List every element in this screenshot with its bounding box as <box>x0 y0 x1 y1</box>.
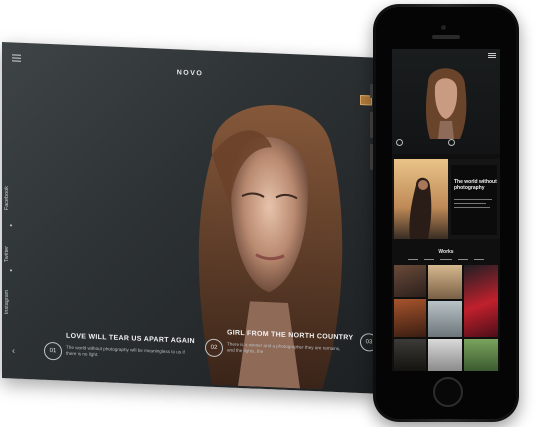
front-camera <box>441 25 446 30</box>
mute-switch <box>370 84 373 98</box>
text-line <box>454 203 486 204</box>
mobile-slide-title[interactable] <box>403 139 404 143</box>
volume-up-button <box>370 112 373 138</box>
slide-number-01[interactable]: 01 <box>44 341 62 361</box>
mobile-slide-circle[interactable] <box>448 139 455 146</box>
text-line <box>454 207 490 208</box>
mobile-slide-list <box>392 139 500 153</box>
menu-icon[interactable] <box>12 54 21 62</box>
divider-dot <box>10 269 12 272</box>
works-filters <box>404 258 488 262</box>
home-button[interactable] <box>433 377 463 407</box>
filter-tab[interactable] <box>440 259 452 260</box>
volume-down-button <box>370 144 373 170</box>
works-section-title: Works <box>438 249 454 255</box>
filter-tab[interactable] <box>408 259 418 260</box>
filter-tab[interactable] <box>424 259 434 260</box>
mobile-slide-circle[interactable] <box>396 139 403 146</box>
social-links: Instagram Twitter Facebook <box>4 162 22 323</box>
gallery-item[interactable] <box>428 339 462 371</box>
feature-image <box>394 159 448 239</box>
text-line <box>454 199 492 200</box>
filter-tab[interactable] <box>458 259 468 260</box>
social-link-instagram[interactable]: Instagram <box>4 290 10 315</box>
slide-number-02[interactable]: 02 <box>205 338 223 358</box>
filter-tab[interactable] <box>474 259 484 260</box>
gallery-item[interactable] <box>428 301 462 337</box>
divider-dot <box>10 224 12 227</box>
phone-screen: The world without photography Works <box>392 49 500 371</box>
gallery-item[interactable] <box>394 299 426 337</box>
feature-title[interactable]: The world without photography <box>454 179 498 191</box>
earpiece-speaker <box>432 35 460 39</box>
works-gallery <box>394 265 498 371</box>
mobile-hero-portrait <box>425 68 467 139</box>
desktop-screen: NOVO Instagram Twitter Facebook ‹ 01 LOV… <box>2 42 378 394</box>
gallery-item[interactable] <box>464 265 498 337</box>
social-link-facebook[interactable]: Facebook <box>4 186 10 210</box>
gallery-item[interactable] <box>428 265 462 299</box>
mobile-header <box>396 53 496 59</box>
site-logo[interactable]: NOVO <box>2 62 378 85</box>
previous-slide-icon[interactable]: ‹ <box>12 345 15 355</box>
phone-device: The world without photography Works <box>370 4 519 422</box>
gallery-item[interactable] <box>394 339 426 371</box>
mobile-menu-icon[interactable] <box>488 53 496 59</box>
gallery-item[interactable] <box>464 339 498 371</box>
slide-text-01: The world without photography will be me… <box>66 344 185 358</box>
feature-text-panel: The world without photography <box>451 165 497 235</box>
mobile-hero <box>392 49 500 154</box>
mobile-feature-block: The world without photography <box>392 159 500 239</box>
social-link-twitter[interactable]: Twitter <box>4 246 10 262</box>
gallery-item[interactable] <box>394 265 426 297</box>
